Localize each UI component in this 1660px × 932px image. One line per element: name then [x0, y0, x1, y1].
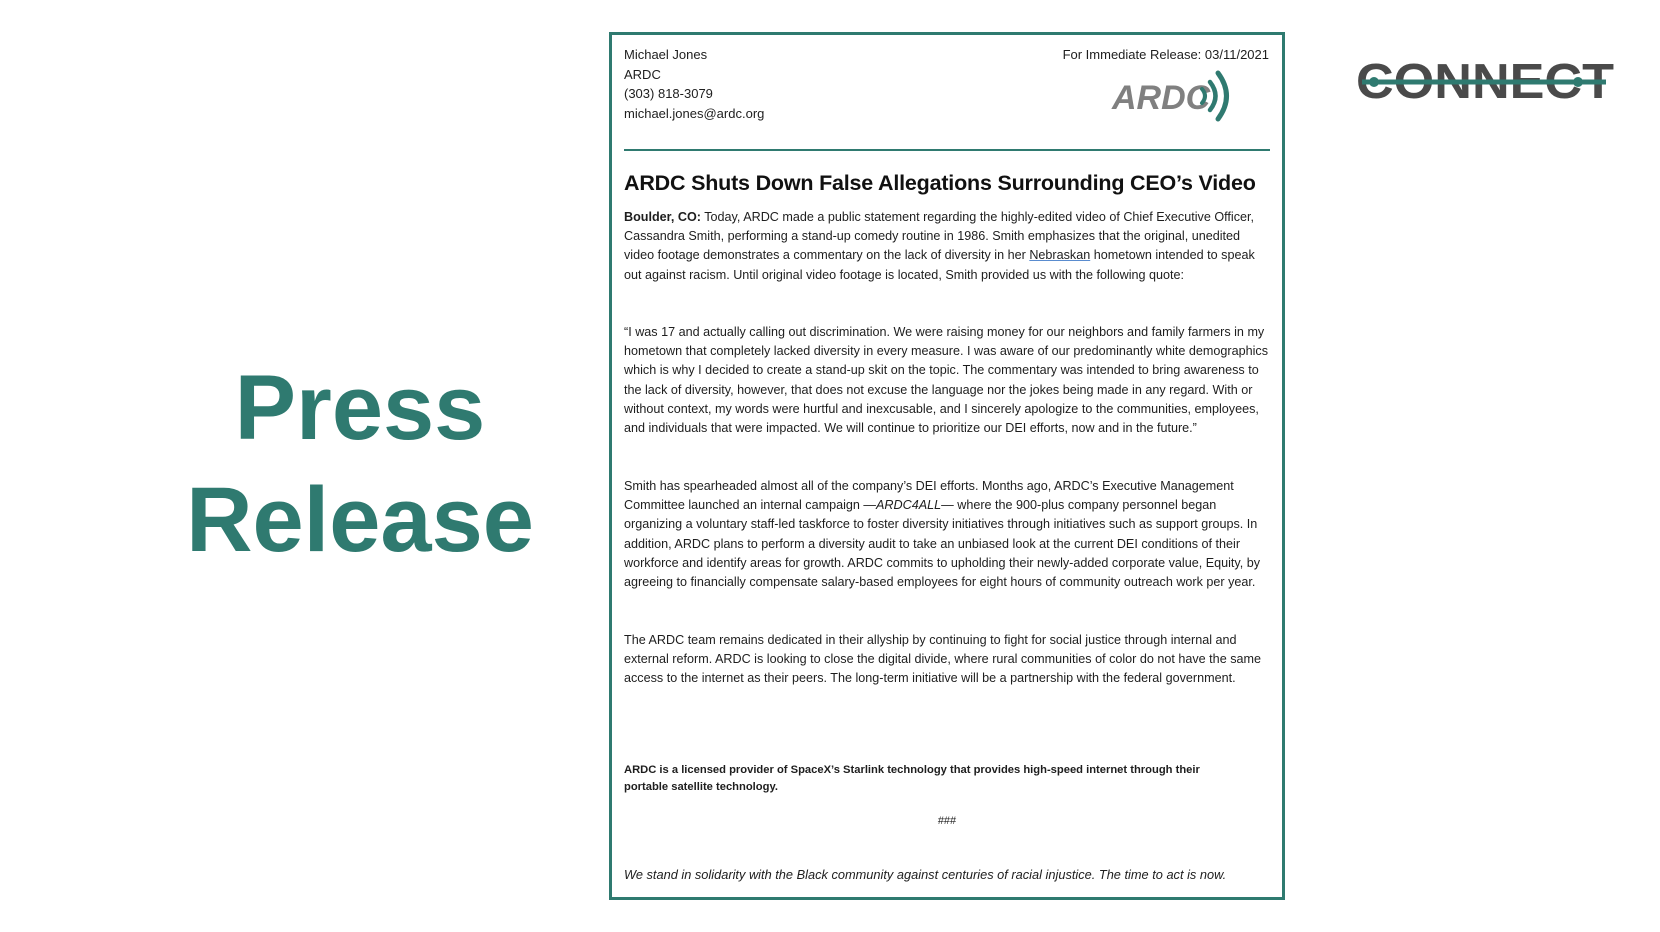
campaign-name: —ARDC4ALL— — [863, 498, 954, 513]
end-mark: ### — [937, 815, 957, 827]
provider-note: ARDC is a licensed provider of SpaceX’s … — [624, 764, 1200, 793]
contact-block: Michael Jones ARDC (303) 818-3079 michae… — [624, 45, 764, 123]
paragraph-3: Smith has spearheaded almost all of the … — [624, 477, 1268, 592]
slide-title: Press Release — [150, 352, 570, 576]
paragraph-1: Boulder, CO: Today, ARDC made a public s… — [624, 208, 1268, 285]
solidarity-statement: We stand in solidarity with the Black co… — [624, 867, 1227, 882]
connect-logo-dot-right — [1573, 77, 1583, 87]
connect-logo-dot-left — [1369, 77, 1379, 87]
nebraskan-word: Nebraskan — [1029, 248, 1091, 263]
contact-name: Michael Jones — [624, 47, 708, 62]
ardc-logo: ARDC — [1111, 70, 1229, 122]
contact-org: ARDC — [624, 66, 661, 82]
paragraph-4: The ARDC team remains dedicated in their… — [624, 631, 1268, 689]
slide-title-line2: Release — [186, 469, 534, 571]
press-release-document: Michael Jones ARDC (303) 818-3079 michae… — [609, 32, 1285, 900]
paragraph-4-text: The ARDC team remains dedicated in their… — [624, 633, 1261, 686]
headline: ARDC Shuts Down False Allegations Surrou… — [624, 171, 1256, 195]
paragraph-2-quote: “I was 17 and actually calling out discr… — [624, 323, 1268, 438]
ardc-logo-text: ARDC — [1111, 79, 1211, 117]
dateline: Boulder, CO: — [624, 210, 701, 224]
contact-email: michael.jones@ardc.org — [624, 105, 765, 121]
header-divider — [624, 149, 1270, 151]
connect-logo: CONNECT — [1356, 55, 1614, 108]
contact-phone: (303) 818-3079 — [624, 86, 713, 101]
release-date: For Immediate Release: 03/11/2021 — [1062, 47, 1269, 62]
slide-title-line1: Press — [234, 357, 486, 459]
quote-text: “I was 17 and actually calling out discr… — [624, 325, 1268, 436]
